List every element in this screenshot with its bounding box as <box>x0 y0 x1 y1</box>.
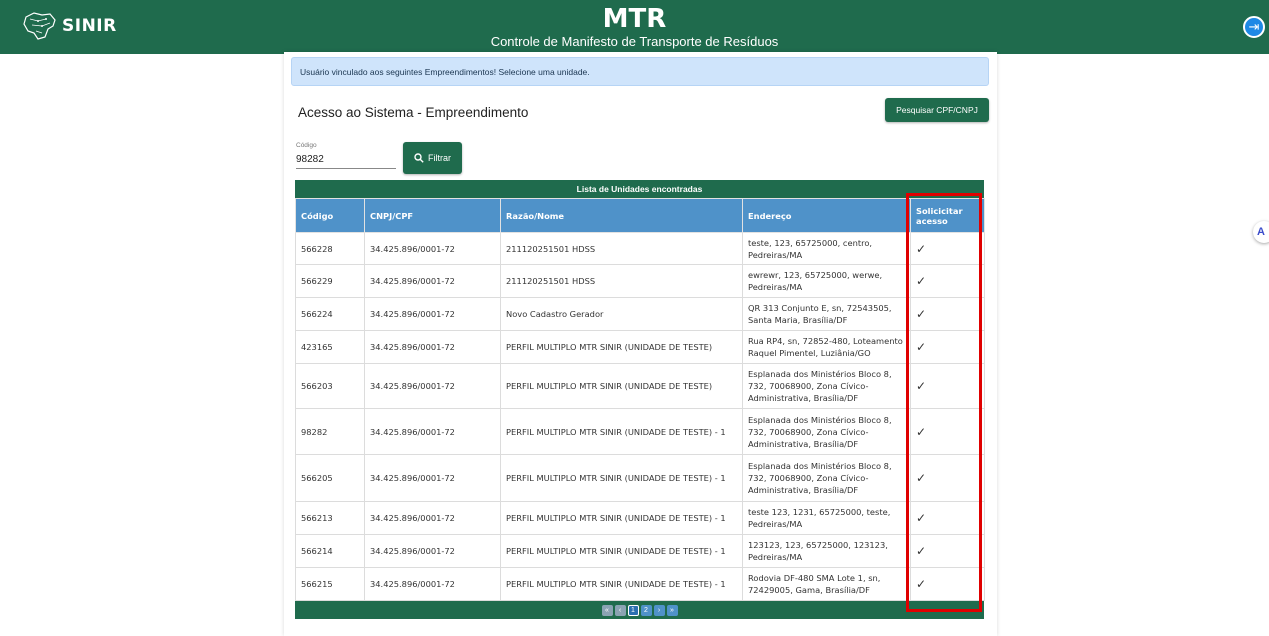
table-row[interactable]: 566214 34.425.896/0001-72 PERFIL MULTIPL… <box>295 534 985 568</box>
cell-cnpj: 34.425.896/0001-72 <box>364 534 501 568</box>
units-table: Código CNPJ/CPF Razão/Nome Endereço Soli… <box>295 198 985 601</box>
cell-address: Rodovia DF-480 SMA Lote 1, sn, 72429005,… <box>742 567 911 601</box>
cell-cnpj: 34.425.896/0001-72 <box>364 232 501 265</box>
cell-code: 566224 <box>295 297 365 331</box>
request-access-check[interactable]: ✓ <box>910 363 985 409</box>
table-row[interactable]: 98282 34.425.896/0001-72 PERFIL MULTIPLO… <box>295 408 985 455</box>
table-row[interactable]: 566213 34.425.896/0001-72 PERFIL MULTIPL… <box>295 501 985 535</box>
cell-cnpj: 34.425.896/0001-72 <box>364 408 501 455</box>
logout-icon: ⇥ <box>1248 19 1260 34</box>
cell-name: PERFIL MULTIPLO MTR SINIR (UNIDADE DE TE… <box>500 454 743 502</box>
cell-cnpj: 34.425.896/0001-72 <box>364 330 501 364</box>
first-page-icon[interactable]: « <box>601 604 613 616</box>
cell-code: 566205 <box>295 454 365 502</box>
col-header-code[interactable]: Código <box>295 198 365 233</box>
cell-cnpj: 34.425.896/0001-72 <box>364 264 501 298</box>
request-access-check[interactable]: ✓ <box>910 501 985 535</box>
cell-code: 566215 <box>295 567 365 601</box>
table-row[interactable]: 566228 34.425.896/0001-72 211120251501 H… <box>295 232 985 265</box>
cell-name: PERFIL MULTIPLO MTR SINIR (UNIDADE DE TE… <box>500 567 743 601</box>
prev-page-icon[interactable]: ‹ <box>614 604 626 616</box>
page-button-1[interactable]: 1 <box>627 604 639 616</box>
cell-code: 566213 <box>295 501 365 535</box>
app-title: MTR <box>602 4 667 34</box>
cell-address: Esplanada dos Ministérios Bloco 8, 732, … <box>742 408 911 455</box>
request-access-check[interactable]: ✓ <box>910 534 985 568</box>
code-field: Código <box>296 142 396 169</box>
cell-cnpj: 34.425.896/0001-72 <box>364 363 501 409</box>
col-header-name[interactable]: Razão/Nome <box>500 198 743 233</box>
assistant-icon: A <box>1257 226 1265 238</box>
table-caption: Lista de Unidades encontradas <box>295 180 984 198</box>
logout-button[interactable]: ⇥ <box>1243 16 1265 38</box>
cell-code: 566214 <box>295 534 365 568</box>
cell-cnpj: 34.425.896/0001-72 <box>364 501 501 535</box>
col-header-cnpj[interactable]: CNPJ/CPF <box>364 198 501 233</box>
cell-code: 566229 <box>295 264 365 298</box>
code-input[interactable] <box>296 151 396 169</box>
app-subtitle: Controle de Manifesto de Transporte de R… <box>490 34 779 49</box>
section-title: Acesso ao Sistema - Empreendimento <box>298 105 529 120</box>
units-table-container: Lista de Unidades encontradas Código CNP… <box>295 180 985 619</box>
top-bar: SINIR MTR Controle de Manifesto de Trans… <box>0 0 1269 54</box>
code-label: Código <box>296 142 317 149</box>
request-access-check[interactable]: ✓ <box>910 264 985 298</box>
next-page-icon[interactable]: › <box>653 604 665 616</box>
col-header-address[interactable]: Endereço <box>742 198 911 233</box>
table-header-row: Código CNPJ/CPF Razão/Nome Endereço Soli… <box>295 198 985 233</box>
cell-name: 211120251501 HDSS <box>500 264 743 298</box>
cell-address: Esplanada dos Ministérios Bloco 8, 732, … <box>742 454 911 502</box>
table-row[interactable]: 566205 34.425.896/0001-72 PERFIL MULTIPL… <box>295 454 985 502</box>
request-access-check[interactable]: ✓ <box>910 330 985 364</box>
request-access-check[interactable]: ✓ <box>910 408 985 455</box>
col-header-request-access[interactable]: Solicicitar acesso <box>910 198 985 233</box>
request-access-check[interactable]: ✓ <box>910 454 985 502</box>
cell-code: 566203 <box>295 363 365 409</box>
request-access-check[interactable]: ✓ <box>910 297 985 331</box>
cell-name: PERFIL MULTIPLO MTR SINIR (UNIDADE DE TE… <box>500 408 743 455</box>
cell-cnpj: 34.425.896/0001-72 <box>364 454 501 502</box>
cell-code: 566228 <box>295 232 365 265</box>
cell-address: Rua RP4, sn, 72852-480, Loteamento Raque… <box>742 330 911 364</box>
cell-cnpj: 34.425.896/0001-72 <box>364 567 501 601</box>
table-row[interactable]: 566203 34.425.896/0001-72 PERFIL MULTIPL… <box>295 363 985 409</box>
request-access-check[interactable]: ✓ <box>910 567 985 601</box>
cell-address: ewrewr, 123, 65725000, werwe, Pedreiras/… <box>742 264 911 298</box>
cell-name: PERFIL MULTIPLO MTR SINIR (UNIDADE DE TE… <box>500 330 743 364</box>
table-row[interactable]: 566229 34.425.896/0001-72 211120251501 H… <box>295 264 985 298</box>
cell-address: teste, 123, 65725000, centro, Pedreiras/… <box>742 232 911 265</box>
cell-name: PERFIL MULTIPLO MTR SINIR (UNIDADE DE TE… <box>500 534 743 568</box>
cell-address: 123123, 123, 65725000, 123123, Pedreiras… <box>742 534 911 568</box>
table-row[interactable]: 566215 34.425.896/0001-72 PERFIL MULTIPL… <box>295 567 985 601</box>
alert-text: Usuário vinculado aos seguintes Empreend… <box>300 66 590 77</box>
side-assistant-button[interactable]: A <box>1253 221 1269 243</box>
info-alert: Usuário vinculado aos seguintes Empreend… <box>291 57 989 86</box>
cell-address: Esplanada dos Ministérios Bloco 8, 732, … <box>742 363 911 409</box>
request-access-check[interactable]: ✓ <box>910 232 985 265</box>
page-button-2[interactable]: 2 <box>640 604 652 616</box>
cell-name: 211120251501 HDSS <box>500 232 743 265</box>
filter-button[interactable]: Filtrar <box>403 142 462 174</box>
pagination: « ‹ 1 2 › » <box>295 601 984 619</box>
cell-address: QR 313 Conjunto E, sn, 72543505, Santa M… <box>742 297 911 331</box>
app-title-block: MTR Controle de Manifesto de Transporte … <box>0 6 1269 50</box>
last-page-icon[interactable]: » <box>666 604 678 616</box>
cell-name: Novo Cadastro Gerador <box>500 297 743 331</box>
cell-name: PERFIL MULTIPLO MTR SINIR (UNIDADE DE TE… <box>500 501 743 535</box>
filter-label: Filtrar <box>428 153 451 163</box>
search-icon <box>414 153 424 163</box>
cell-code: 423165 <box>295 330 365 364</box>
search-cpf-cnpj-button[interactable]: Pesquisar CPF/CNPJ <box>885 98 989 122</box>
cell-address: teste 123, 1231, 65725000, teste, Pedrei… <box>742 501 911 535</box>
cell-cnpj: 34.425.896/0001-72 <box>364 297 501 331</box>
cell-code: 98282 <box>295 408 365 455</box>
table-row[interactable]: 423165 34.425.896/0001-72 PERFIL MULTIPL… <box>295 330 985 364</box>
table-row[interactable]: 566224 34.425.896/0001-72 Novo Cadastro … <box>295 297 985 331</box>
cell-name: PERFIL MULTIPLO MTR SINIR (UNIDADE DE TE… <box>500 363 743 409</box>
